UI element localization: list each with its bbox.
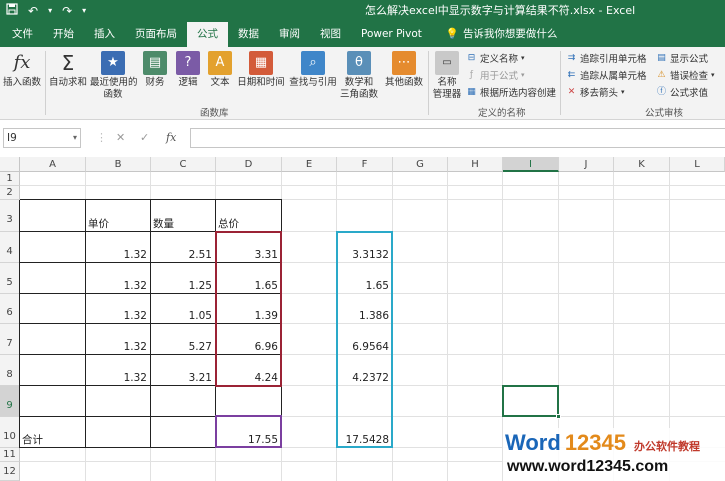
cell-d10[interactable]: 17.55: [216, 434, 278, 447]
table-border-horizontal: [20, 447, 282, 448]
row-header-11[interactable]: 11: [0, 448, 20, 462]
row-header-2[interactable]: 2: [0, 186, 20, 200]
gridline-horizontal: [20, 185, 725, 186]
table-border-vertical: [150, 200, 151, 448]
cell-d5[interactable]: 1.65: [216, 280, 278, 293]
column-header-g[interactable]: G: [393, 157, 448, 172]
cell-a10[interactable]: 合计: [20, 434, 82, 447]
column-header-e[interactable]: E: [282, 157, 337, 172]
cell-c8[interactable]: 3.21: [151, 372, 212, 385]
table-border-vertical: [215, 200, 216, 448]
row-header-3[interactable]: 3: [0, 200, 20, 232]
row-header-5[interactable]: 5: [0, 263, 20, 294]
select-all-corner[interactable]: [0, 157, 20, 172]
cell-c4[interactable]: 2.51: [151, 249, 212, 262]
cell-b3[interactable]: 单价: [86, 218, 147, 231]
column-header-a[interactable]: A: [20, 157, 86, 172]
cell-d6[interactable]: 1.39: [216, 310, 278, 323]
watermark-tagline: 办公软件教程: [634, 440, 700, 453]
cell-d3[interactable]: 总价: [216, 218, 278, 231]
cell-b6[interactable]: 1.32: [86, 310, 147, 323]
table-border-vertical: [281, 200, 282, 448]
cell-f7[interactable]: 6.9564: [337, 341, 389, 354]
cell-f6[interactable]: 1.386: [337, 310, 389, 323]
column-header-f[interactable]: F: [337, 157, 393, 172]
gridline-vertical: [447, 172, 448, 481]
table-border-horizontal: [20, 293, 282, 294]
table-border-horizontal: [20, 385, 282, 386]
table-border-vertical: [85, 200, 86, 448]
table-border-horizontal: [20, 416, 282, 417]
cell-f10[interactable]: 17.5428: [337, 434, 389, 447]
cell-d4[interactable]: 3.31: [216, 249, 278, 262]
column-header-l[interactable]: L: [670, 157, 725, 172]
cell-b4[interactable]: 1.32: [86, 249, 147, 262]
row-header-6[interactable]: 6: [0, 294, 20, 324]
cell-f5[interactable]: 1.65: [337, 280, 389, 293]
table-border-horizontal: [20, 323, 282, 324]
column-header-j[interactable]: J: [559, 157, 614, 172]
cell-c5[interactable]: 1.25: [151, 280, 212, 293]
column-header-b[interactable]: B: [86, 157, 151, 172]
table-border-horizontal: [20, 199, 282, 200]
column-header-h[interactable]: H: [448, 157, 503, 172]
worksheet-grid[interactable]: A B C D E F G H I J K L 1 2 3 4 5 6 7 8 9 10 11 12 单价 数量 总价 1.32 2.5…: [0, 0, 725, 481]
gridline-vertical: [392, 172, 393, 481]
cell-b7[interactable]: 1.32: [86, 341, 147, 354]
table-border-horizontal: [20, 354, 282, 355]
fill-handle[interactable]: [556, 414, 561, 419]
row-header-4[interactable]: 4: [0, 232, 20, 263]
watermark-brand-word: Word: [505, 430, 561, 455]
excel-window: ↶ ▾ ↷ ▾ 怎么解决excel中显示数字与计算结果不符.xlsx - Exc…: [0, 0, 725, 481]
row-header-7[interactable]: 7: [0, 324, 20, 355]
watermark-url: www.word12345.com: [507, 458, 669, 475]
cell-d8[interactable]: 4.24: [216, 372, 278, 385]
cell-c6[interactable]: 1.05: [151, 310, 212, 323]
active-cell-indicator[interactable]: [502, 385, 559, 417]
watermark-brand: Word 12345 办公软件教程: [505, 430, 700, 456]
cell-c7[interactable]: 5.27: [151, 341, 212, 354]
row-header-9[interactable]: 9: [0, 386, 20, 417]
table-border-horizontal: [20, 262, 282, 263]
watermark-brand-num: 12345: [564, 430, 626, 455]
column-header-d[interactable]: D: [216, 157, 282, 172]
table-border-horizontal: [20, 231, 282, 232]
column-header-k[interactable]: K: [614, 157, 670, 172]
cell-b5[interactable]: 1.32: [86, 280, 147, 293]
cell-c3[interactable]: 数量: [151, 218, 212, 231]
cell-f8[interactable]: 4.2372: [337, 372, 389, 385]
cell-d7[interactable]: 6.96: [216, 341, 278, 354]
cell-f4[interactable]: 3.3132: [337, 249, 389, 262]
table-border-vertical: [19, 200, 20, 448]
row-header-10[interactable]: 10: [0, 417, 20, 448]
column-header-c[interactable]: C: [151, 157, 216, 172]
watermark: Word 12345 办公软件教程 www.word12345.com: [503, 428, 725, 481]
cell-b8[interactable]: 1.32: [86, 372, 147, 385]
row-header-1[interactable]: 1: [0, 172, 20, 186]
column-header-i[interactable]: I: [503, 157, 559, 172]
row-header-12[interactable]: 12: [0, 462, 20, 481]
row-header-8[interactable]: 8: [0, 355, 20, 386]
